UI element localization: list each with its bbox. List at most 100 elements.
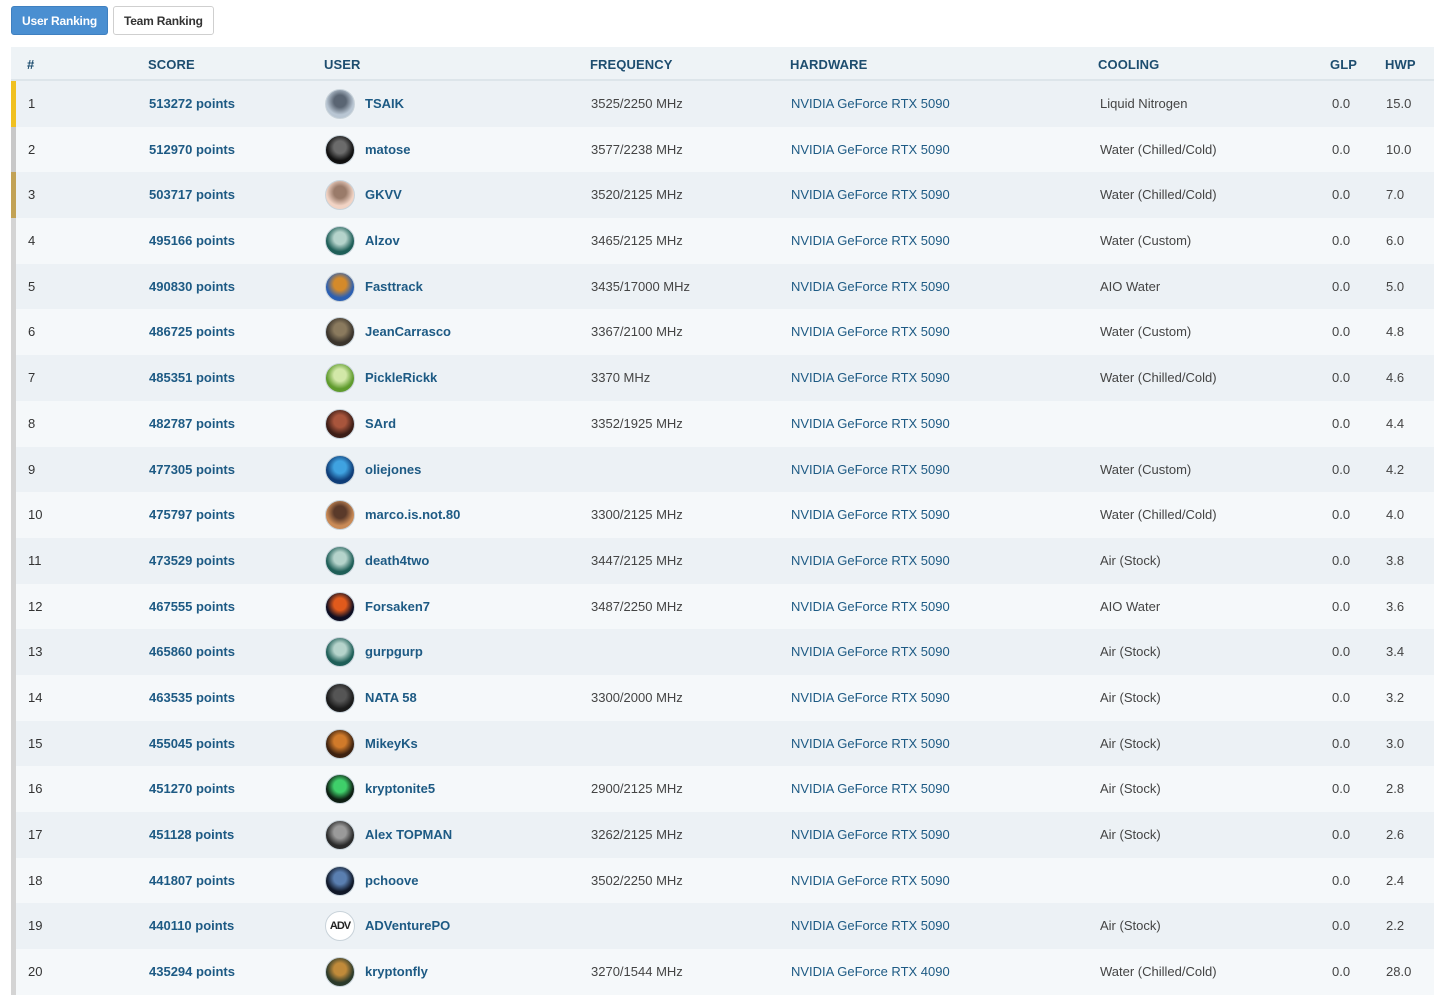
user-link[interactable]: SArd xyxy=(365,401,396,446)
score-cell[interactable]: 435294 points xyxy=(149,949,235,994)
cooling-cell: Water (Custom) xyxy=(1100,233,1192,249)
score-cell[interactable]: 477305 points xyxy=(149,447,235,492)
avatar[interactable] xyxy=(325,545,355,576)
hardware-link[interactable]: NVIDIA GeForce RTX 5090 xyxy=(791,584,950,629)
score-cell[interactable]: 490830 points xyxy=(149,264,235,309)
avatar[interactable] xyxy=(325,363,355,394)
avatar[interactable] xyxy=(325,591,355,622)
user-link[interactable]: Fasttrack xyxy=(365,264,423,309)
avatar[interactable] xyxy=(325,271,355,302)
hardware-link[interactable]: NVIDIA GeForce RTX 5090 xyxy=(791,675,950,720)
user-link[interactable]: ADVenturePO xyxy=(365,903,450,948)
cooling-cell: Air (Stock) xyxy=(1100,644,1161,660)
column-header-cooling[interactable]: COOLING xyxy=(1098,47,1159,79)
hardware-link[interactable]: NVIDIA GeForce RTX 5090 xyxy=(791,81,950,126)
table-row: 19 440110 points ADVenturePO NVIDIA GeForce… xyxy=(11,903,1434,950)
avatar[interactable] xyxy=(325,682,355,713)
hardware-link[interactable]: NVIDIA GeForce RTX 5090 xyxy=(791,903,950,948)
frequency-cell: 3367/2100 MHz xyxy=(591,324,683,340)
score-cell[interactable]: 512970 points xyxy=(149,127,235,172)
user-link[interactable]: PickleRickk xyxy=(365,355,437,400)
user-link[interactable]: JeanCarrasco xyxy=(365,309,451,354)
avatar[interactable] xyxy=(325,180,355,211)
user-link[interactable]: kryptonite5 xyxy=(365,766,435,811)
score-cell[interactable]: 503717 points xyxy=(149,172,235,217)
score-cell[interactable]: 455045 points xyxy=(149,721,235,766)
avatar[interactable] xyxy=(325,317,355,348)
score-cell[interactable]: 465860 points xyxy=(149,629,235,674)
avatar[interactable] xyxy=(325,728,355,759)
hardware-link[interactable]: NVIDIA GeForce RTX 5090 xyxy=(791,355,950,400)
hardware-link[interactable]: NVIDIA GeForce RTX 5090 xyxy=(791,629,950,674)
column-header-user[interactable]: USER xyxy=(324,47,361,79)
hardware-link[interactable]: NVIDIA GeForce RTX 5090 xyxy=(791,447,950,492)
column-header-score[interactable]: SCORE xyxy=(148,47,195,79)
user-link[interactable]: Alzov xyxy=(365,218,400,263)
avatar[interactable]: ADV xyxy=(325,911,355,942)
score-cell[interactable]: 482787 points xyxy=(149,401,235,446)
score-cell[interactable]: 475797 points xyxy=(149,492,235,537)
hardware-link[interactable]: NVIDIA GeForce RTX 5090 xyxy=(791,538,950,583)
column-header-frequency[interactable]: FREQUENCY xyxy=(590,47,673,79)
hardware-link[interactable]: NVIDIA GeForce RTX 5090 xyxy=(791,264,950,309)
frequency-cell: 3435/17000 MHz xyxy=(591,278,691,294)
score-cell[interactable]: 473529 points xyxy=(149,538,235,583)
hardware-link[interactable]: NVIDIA GeForce RTX 5090 xyxy=(791,721,950,766)
column-header-hwp[interactable]: HWP xyxy=(1385,47,1416,79)
frequency-cell: 3525/2250 MHz xyxy=(591,96,683,111)
hardware-link[interactable]: NVIDIA GeForce RTX 5090 xyxy=(791,309,950,354)
avatar[interactable] xyxy=(325,134,355,165)
user-link[interactable]: MikeyKs xyxy=(365,721,418,766)
hardware-link[interactable]: NVIDIA GeForce RTX 5090 xyxy=(791,127,950,172)
score-cell[interactable]: 441807 points xyxy=(149,858,235,903)
score-cell[interactable]: 486725 points xyxy=(149,309,235,354)
user-link[interactable]: Forsaken7 xyxy=(365,584,430,629)
score-cell[interactable]: 451270 points xyxy=(149,766,235,811)
user-link[interactable]: TSAIK xyxy=(365,81,404,126)
score-cell[interactable]: 440110 points xyxy=(149,903,234,948)
cooling-cell: Liquid Nitrogen xyxy=(1100,96,1188,111)
user-link[interactable]: death4two xyxy=(365,538,429,583)
user-link[interactable]: oliejones xyxy=(365,447,421,492)
glp-cell: 0.0 xyxy=(1332,187,1351,203)
hardware-link[interactable]: NVIDIA GeForce RTX 5090 xyxy=(791,218,950,263)
user-link[interactable]: NATA 58 xyxy=(365,675,417,720)
hardware-link[interactable]: NVIDIA GeForce RTX 5090 xyxy=(791,492,950,537)
score-cell[interactable]: 463535 points xyxy=(149,675,235,720)
hardware-link[interactable]: NVIDIA GeForce RTX 5090 xyxy=(791,766,950,811)
avatar[interactable] xyxy=(325,820,355,850)
column-header-hardware[interactable]: HARDWARE xyxy=(790,47,867,79)
frequency-cell: 3262/2125 MHz xyxy=(591,827,683,842)
user-link[interactable]: pchoove xyxy=(365,858,418,903)
user-link[interactable]: marco.is.not.80 xyxy=(365,492,460,537)
avatar[interactable] xyxy=(325,637,355,668)
tab-user-ranking[interactable]: User Ranking xyxy=(11,6,108,35)
user-link[interactable]: Alex TOPMAN xyxy=(365,812,452,857)
user-link[interactable]: kryptonfly xyxy=(365,949,428,994)
avatar[interactable] xyxy=(325,957,355,988)
glp-cell: 0.0 xyxy=(1332,735,1351,751)
avatar[interactable] xyxy=(325,89,355,119)
avatar[interactable] xyxy=(325,865,355,896)
tab-team-ranking[interactable]: Team Ranking xyxy=(112,6,214,35)
hardware-link[interactable]: NVIDIA GeForce RTX 4090 xyxy=(791,949,950,994)
user-link[interactable]: matose xyxy=(365,127,411,172)
avatar[interactable] xyxy=(325,454,355,485)
avatar[interactable] xyxy=(325,408,355,439)
user-link[interactable]: GKVV xyxy=(365,172,402,217)
score-cell[interactable]: 485351 points xyxy=(149,355,235,400)
hardware-link[interactable]: NVIDIA GeForce RTX 5090 xyxy=(791,858,950,903)
frequency-cell: 3370 MHz xyxy=(591,370,651,386)
hardware-link[interactable]: NVIDIA GeForce RTX 5090 xyxy=(791,172,950,217)
score-cell[interactable]: 513272 points xyxy=(149,81,235,126)
score-cell[interactable]: 451128 points xyxy=(149,812,234,857)
avatar[interactable] xyxy=(325,774,355,805)
column-header-glp[interactable]: GLP xyxy=(1330,47,1357,79)
hardware-link[interactable]: NVIDIA GeForce RTX 5090 xyxy=(791,812,950,857)
score-cell[interactable]: 495166 points xyxy=(149,218,235,263)
avatar[interactable] xyxy=(325,226,355,257)
score-cell[interactable]: 467555 points xyxy=(149,584,235,629)
hardware-link[interactable]: NVIDIA GeForce RTX 5090 xyxy=(791,401,950,446)
avatar[interactable] xyxy=(325,500,355,531)
user-link[interactable]: gurpgurp xyxy=(365,629,423,674)
